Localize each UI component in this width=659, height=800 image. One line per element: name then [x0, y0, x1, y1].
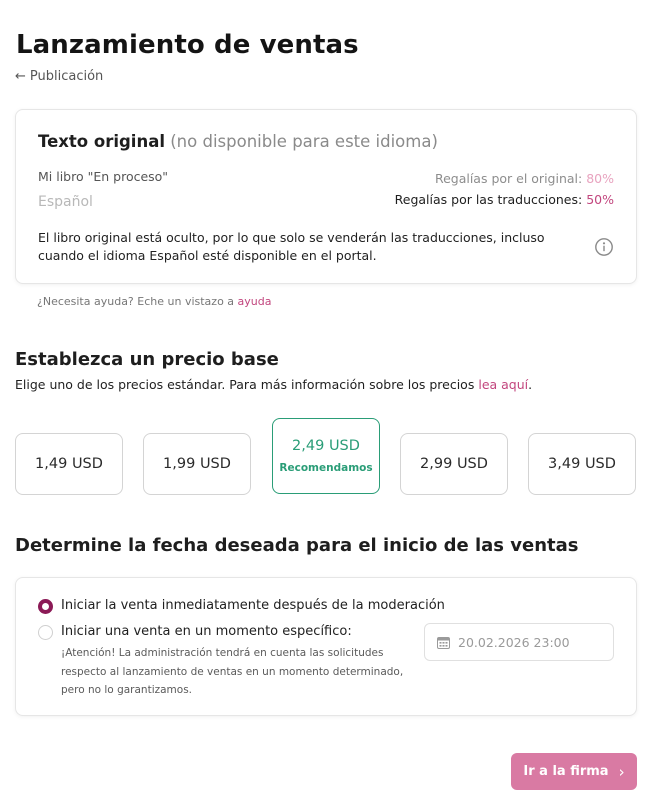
option-specific-label[interactable]: Iniciar una venta en un momento específi… [61, 624, 352, 639]
go-to-signature-button[interactable]: Ir a la firma › [511, 753, 637, 790]
royalty-translation-label: Regalías por las traducciones: [394, 192, 583, 207]
price-label: 2,49 USD [292, 438, 360, 454]
arrow-left-icon: ← [15, 69, 26, 84]
datetime-input[interactable]: 20.02.2026 23:00 [424, 623, 614, 661]
original-title-muted: (no disponible para este idioma) [170, 132, 438, 151]
option-immediate-label[interactable]: Iniciar la venta inmediatamente después … [61, 598, 445, 613]
next-button-label: Ir a la firma [523, 764, 609, 779]
book-language: Español [38, 194, 93, 210]
pricing-subtitle-text: Elige uno de los precios estándar. Para … [15, 377, 475, 392]
schedule-card: Iniciar la venta inmediatamente después … [15, 577, 637, 716]
calendar-icon [437, 636, 450, 649]
recommended-badge: Recomendamos [279, 462, 373, 474]
royalty-translation: Regalías por las traducciones: 50% [395, 192, 614, 207]
original-text-title: Texto original (no disponible para este … [38, 132, 438, 151]
royalty-original-label: Regalías por el original: [434, 171, 583, 186]
back-link-label: Publicación [29, 69, 104, 84]
pricing-read-here-link[interactable]: lea aquí [478, 377, 528, 392]
pricing-subtitle-end: . [528, 377, 533, 392]
help-text-label: ¿Necesita ayuda? Eche un vistazo a [37, 295, 235, 308]
chevron-right-icon: › [618, 762, 625, 781]
original-note: El libro original está oculto, por lo qu… [38, 230, 545, 263]
original-text-card: Texto original (no disponible para este … [15, 109, 637, 284]
info-circle-icon[interactable] [594, 237, 614, 257]
royalty-original: Regalías por el original: 80% [435, 171, 614, 186]
pricing-subtitle: Elige uno de los precios estándar. Para … [15, 377, 532, 392]
radio-immediate[interactable] [38, 599, 53, 614]
schedule-title: Determine la fecha deseada para el inici… [15, 535, 579, 556]
book-name: Mi libro "En proceso" [38, 169, 169, 184]
price-option-3-49[interactable]: 3,49 USD [528, 433, 636, 495]
price-option-1-49[interactable]: 1,49 USD [15, 433, 123, 495]
price-option-2-99[interactable]: 2,99 USD [400, 433, 508, 495]
royalty-translation-value: 50% [586, 192, 614, 207]
help-text: ¿Necesita ayuda? Eche un vistazo a ayuda [37, 295, 272, 308]
original-title-strong: Texto original [38, 132, 165, 151]
price-option-1-99[interactable]: 1,99 USD [143, 433, 251, 495]
datetime-value: 20.02.2026 23:00 [458, 634, 570, 650]
price-label: 1,49 USD [35, 456, 103, 472]
pricing-title: Establezca un precio base [15, 349, 279, 370]
radio-specific-time[interactable] [38, 625, 53, 640]
page-title: Lanzamiento de ventas [16, 30, 359, 60]
attention-note: ¡Atención! La administración tendrá en c… [61, 647, 404, 696]
royalty-original-value: 80% [586, 171, 614, 186]
price-option-2-49-recommended[interactable]: 2,49 USD Recomendamos [272, 418, 380, 494]
back-link[interactable]: ← Publicación [15, 69, 103, 84]
price-label: 3,49 USD [548, 456, 616, 472]
help-link[interactable]: ayuda [238, 295, 272, 308]
price-label: 2,99 USD [420, 456, 488, 472]
price-label: 1,99 USD [163, 456, 231, 472]
